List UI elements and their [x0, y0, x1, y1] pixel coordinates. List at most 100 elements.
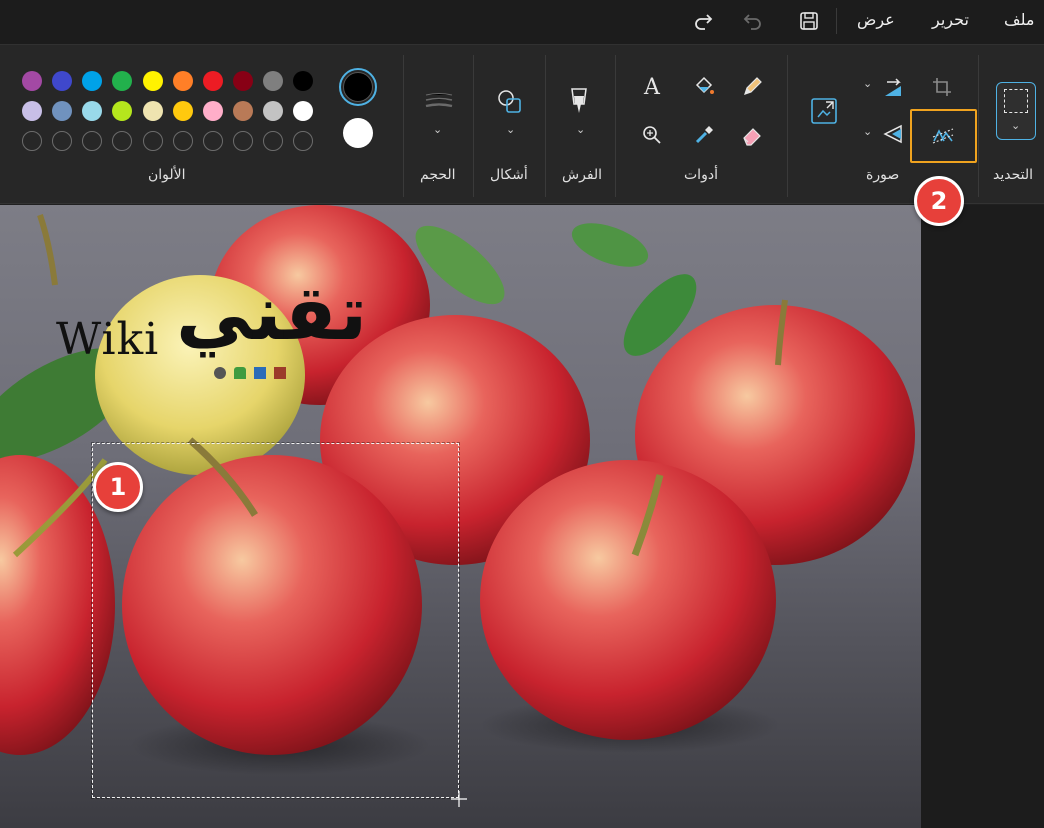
size-button[interactable] — [422, 85, 456, 119]
group-separator — [978, 55, 979, 197]
ribbon-toolbar: ⌄ التحديد ⌄ ⌄ صورة A أدوات ⌄ الفرش ⌄ أشك… — [0, 44, 1044, 204]
color-swatch[interactable] — [232, 71, 253, 91]
primary-color-fill — [343, 72, 373, 102]
custom-color-slot[interactable] — [262, 131, 283, 151]
eyedropper-icon — [695, 126, 713, 144]
color-swatch[interactable] — [232, 101, 253, 121]
group-label-selection: التحديد — [993, 167, 1034, 183]
windows-icon — [254, 367, 266, 379]
custom-color-slot[interactable] — [293, 131, 313, 151]
pencil-icon — [744, 77, 762, 95]
chevron-down-icon: ⌄ — [433, 123, 443, 136]
resize-image-icon — [811, 98, 837, 124]
custom-color-slot[interactable] — [232, 131, 253, 151]
flip-button[interactable] — [877, 119, 909, 149]
menu-edit[interactable]: تحرير — [932, 10, 969, 29]
custom-color-slot[interactable] — [112, 131, 133, 151]
text-button[interactable]: A — [636, 71, 668, 103]
logo-platform-icons — [214, 367, 286, 379]
color-swatch[interactable] — [112, 101, 133, 121]
custom-color-slot[interactable] — [22, 131, 43, 151]
brush-icon — [571, 88, 587, 113]
color-swatch[interactable] — [22, 71, 43, 91]
color-swatch[interactable] — [262, 101, 283, 121]
menu-separator — [836, 8, 837, 34]
group-label-shapes: أشكال — [490, 167, 528, 183]
custom-color-slot[interactable] — [172, 131, 193, 151]
color-swatch[interactable] — [52, 71, 73, 91]
secondary-color-swatch[interactable] — [343, 118, 373, 148]
color-picker-button[interactable] — [688, 119, 720, 151]
group-label-brushes: الفرش — [562, 167, 603, 183]
group-label-image: صورة — [866, 167, 900, 183]
save-icon — [800, 12, 818, 30]
color-swatch[interactable] — [293, 71, 313, 91]
crop-button[interactable] — [926, 71, 958, 103]
undo-button[interactable] — [738, 6, 768, 36]
color-swatch[interactable] — [172, 101, 193, 121]
chip-icon — [274, 367, 286, 379]
group-separator — [787, 55, 788, 197]
group-label-colors: الألوان — [148, 167, 186, 183]
logo-text-arabic: تقني — [176, 268, 368, 357]
text-icon: A — [644, 74, 660, 100]
custom-color-slot[interactable] — [142, 131, 163, 151]
color-swatch[interactable] — [202, 101, 223, 121]
group-label-size: الحجم — [420, 167, 456, 183]
rotate-button[interactable] — [877, 71, 909, 101]
magnifier-button[interactable] — [636, 119, 668, 151]
pencil-button[interactable] — [736, 71, 768, 103]
crop-icon — [933, 78, 951, 96]
redo-button[interactable] — [688, 6, 718, 36]
color-swatch[interactable] — [142, 71, 163, 91]
custom-color-slot[interactable] — [202, 131, 223, 151]
paint-bucket-icon — [695, 76, 714, 94]
select-tool-button[interactable]: ⌄ — [996, 82, 1036, 140]
custom-color-slot[interactable] — [52, 131, 73, 151]
highlight-box — [910, 109, 977, 163]
group-label-tools: أدوات — [684, 167, 718, 183]
shapes-icon — [498, 90, 521, 113]
eraser-icon — [743, 128, 761, 146]
shapes-button[interactable] — [493, 85, 527, 119]
save-button[interactable] — [794, 6, 824, 36]
color-swatch[interactable] — [172, 71, 193, 91]
color-swatch[interactable] — [293, 101, 313, 121]
menu-view[interactable]: عرض — [857, 10, 895, 29]
color-swatch[interactable] — [82, 71, 103, 91]
chevron-down-icon[interactable]: ⌄ — [576, 123, 585, 136]
flip-icon — [883, 124, 902, 144]
color-swatch[interactable] — [142, 101, 163, 121]
resize-button[interactable] — [806, 93, 842, 129]
line-thickness-icon — [425, 93, 453, 108]
chevron-down-icon[interactable]: ⌄ — [863, 77, 872, 90]
color-swatch[interactable] — [52, 101, 73, 121]
menu-bar: ملف تحرير عرض — [0, 0, 1044, 44]
redo-icon — [695, 14, 713, 30]
chevron-down-icon: ⌄ — [1011, 119, 1021, 132]
crosshair-cursor-icon — [451, 791, 467, 807]
eraser-button[interactable] — [736, 119, 768, 151]
group-separator — [403, 55, 404, 197]
selection-rectangle[interactable] — [91, 442, 460, 799]
rectangle-select-icon — [1004, 89, 1028, 113]
annotation-badge-1: 1 — [93, 462, 143, 512]
logo-text-latin: Wiki — [56, 314, 160, 365]
undo-icon — [743, 14, 761, 30]
color-swatch[interactable] — [22, 101, 43, 121]
android-icon — [234, 367, 246, 379]
chevron-down-icon[interactable]: ⌄ — [506, 123, 515, 136]
color-swatch[interactable] — [82, 101, 103, 121]
color-swatch[interactable] — [202, 71, 223, 91]
brushes-button[interactable] — [563, 83, 595, 119]
menu-file[interactable]: ملف — [1004, 10, 1034, 29]
color-swatch[interactable] — [262, 71, 283, 91]
custom-color-slot[interactable] — [82, 131, 103, 151]
chevron-down-icon[interactable]: ⌄ — [863, 125, 872, 138]
color-swatch[interactable] — [112, 71, 133, 91]
fill-button[interactable] — [688, 71, 720, 103]
apple-icon — [214, 367, 226, 379]
primary-color-swatch[interactable] — [339, 68, 377, 106]
group-separator — [545, 55, 546, 197]
group-separator — [615, 55, 616, 197]
